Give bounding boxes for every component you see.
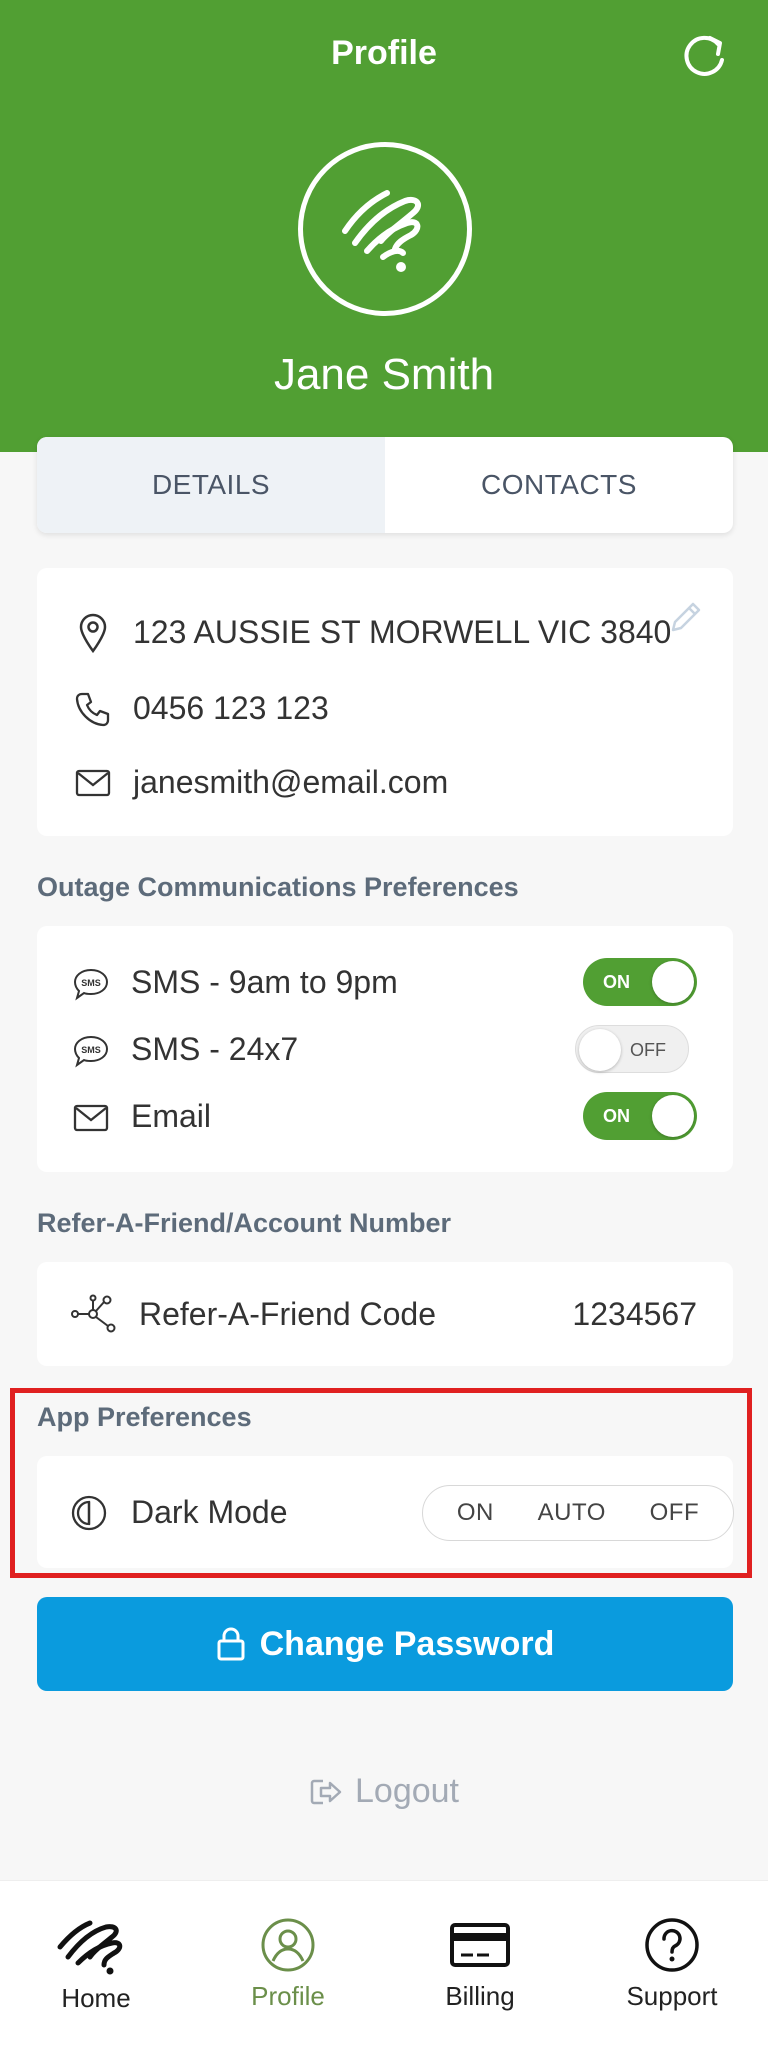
refer-row: Refer-A-Friend Code 1234567 (37, 1290, 733, 1340)
nav-home[interactable]: Home (0, 1881, 192, 2046)
avatar (298, 142, 472, 316)
lock-icon (217, 1627, 245, 1661)
outage-section-title: Outage Communications Preferences (37, 872, 519, 902)
home-logo-icon (57, 1920, 123, 1975)
outage-item-email: Email ON (37, 1092, 733, 1142)
highlight-box (10, 1388, 752, 1578)
details-card: 123 AUSSIE ST MORWELL VIC 3840 0456 123 … (37, 568, 733, 836)
nav-profile[interactable]: Profile (192, 1881, 384, 2046)
email-row: janesmith@email.com (37, 760, 733, 806)
share-network-icon (69, 1294, 117, 1334)
tab-details[interactable]: DETAILS (37, 437, 385, 533)
bottom-nav: Home Profile Billing Support (0, 1880, 768, 2046)
outage-item-sms-24x7: SMS SMS - 24x7 OFF (37, 1025, 733, 1075)
email-text: janesmith@email.com (133, 764, 449, 800)
logout-label: Logout (355, 1772, 459, 1810)
edit-pencil-icon[interactable] (665, 596, 707, 643)
phone-row: 0456 123 123 (37, 686, 733, 732)
address-row: 123 AUSSIE ST MORWELL VIC 3840 (37, 610, 733, 656)
page-title: Profile (331, 34, 437, 72)
refer-section-title: Refer-A-Friend/Account Number (37, 1208, 452, 1238)
tab-contacts[interactable]: CONTACTS (385, 437, 733, 533)
refer-card: Refer-A-Friend Code 1234567 (37, 1262, 733, 1366)
user-name: Jane Smith (273, 350, 495, 399)
sms-24x7-toggle[interactable]: OFF (575, 1025, 689, 1073)
card-icon (450, 1923, 510, 1967)
brand-logo-icon (342, 190, 421, 272)
outage-item-label: Email (131, 1098, 212, 1134)
outage-item-sms-daytime: SMS SMS - 9am to 9pm ON (37, 958, 733, 1008)
phone-icon (73, 686, 113, 732)
nav-billing-label: Billing (445, 1981, 515, 2011)
profile-header: Profile Jane Smith (0, 0, 768, 452)
email-toggle[interactable]: ON (583, 1092, 697, 1140)
refer-label: Refer-A-Friend Code (139, 1296, 436, 1332)
change-password-label: Change Password (259, 1624, 555, 1663)
profile-icon (261, 1918, 315, 1972)
profile-tabs: DETAILS CONTACTS (37, 437, 733, 533)
outage-card: SMS SMS - 9am to 9pm ON SMS SMS - 24x7 O… (37, 926, 733, 1172)
location-pin-icon (73, 610, 113, 656)
address-text: 123 AUSSIE ST MORWELL VIC 3840 (133, 614, 672, 650)
svg-text:SMS: SMS (81, 1045, 101, 1055)
phone-text: 0456 123 123 (133, 690, 329, 726)
logout-link[interactable]: Logout (0, 1772, 768, 1811)
nav-support[interactable]: Support (576, 1881, 768, 2046)
nav-billing[interactable]: Billing (384, 1881, 576, 2046)
sms-daytime-toggle[interactable]: ON (583, 958, 697, 1006)
refer-code: 1234567 (572, 1296, 697, 1332)
svg-text:SMS: SMS (81, 978, 101, 988)
sms-icon: SMS (71, 1031, 111, 1071)
logout-icon (310, 1779, 342, 1804)
sms-icon: SMS (71, 964, 111, 1004)
help-icon (645, 1918, 699, 1972)
refresh-icon[interactable] (678, 30, 730, 82)
outage-item-label: SMS - 24x7 (131, 1031, 299, 1067)
change-password-button[interactable]: Change Password (37, 1597, 733, 1691)
email-icon (71, 1098, 111, 1138)
email-icon (73, 760, 113, 806)
nav-home-label: Home (61, 1983, 131, 2013)
outage-item-label: SMS - 9am to 9pm (131, 964, 398, 1000)
nav-support-label: Support (626, 1981, 718, 2011)
nav-profile-label: Profile (251, 1981, 325, 2011)
